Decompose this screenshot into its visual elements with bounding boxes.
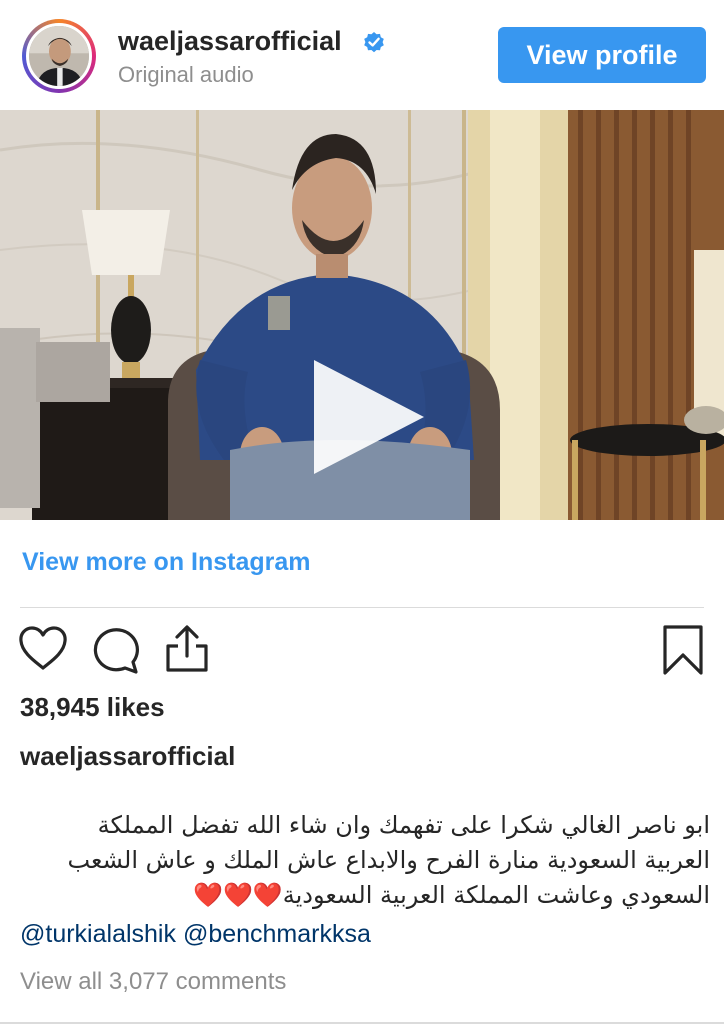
mention-link[interactable]: @benchmarkksa bbox=[183, 920, 371, 948]
video-player[interactable] bbox=[0, 110, 724, 520]
view-all-comments-link[interactable]: View all 3,077 comments bbox=[20, 968, 286, 996]
caption-line: السعودي وعاشت المملكة العربية السعودية❤️… bbox=[193, 881, 710, 909]
bookmark-icon bbox=[663, 625, 703, 675]
caption-username[interactable]: waeljassarofficial bbox=[20, 741, 235, 772]
share-icon bbox=[166, 625, 208, 672]
share-button[interactable] bbox=[160, 622, 214, 676]
verified-badge-icon bbox=[364, 32, 384, 53]
view-more-link[interactable]: View more on Instagram bbox=[22, 548, 311, 577]
avatar-ring[interactable] bbox=[22, 19, 96, 93]
comment-icon bbox=[93, 628, 139, 674]
heart-icon bbox=[19, 626, 67, 670]
avatar[interactable] bbox=[26, 23, 92, 89]
view-profile-button[interactable]: View profile bbox=[498, 27, 706, 83]
save-button[interactable] bbox=[660, 624, 706, 676]
comment-button[interactable] bbox=[88, 622, 142, 676]
divider bbox=[20, 607, 704, 608]
caption-line: العربية السعودية منارة الفرح والابداع عا… bbox=[67, 846, 710, 874]
like-button[interactable] bbox=[16, 622, 70, 676]
play-icon[interactable] bbox=[302, 350, 432, 485]
likes-count[interactable]: 38,945 likes bbox=[20, 692, 165, 723]
post-author-username[interactable]: waeljassarofficial bbox=[118, 26, 342, 57]
caption-line: ابو ناصر الغالي شكرا على تفهمك وان شاء ا… bbox=[97, 811, 710, 839]
post-header: waeljassarofficial Original audio View p… bbox=[0, 0, 724, 110]
instagram-embed-card: waeljassarofficial Original audio View p… bbox=[0, 0, 724, 1024]
audio-subtitle[interactable]: Original audio bbox=[118, 62, 254, 88]
avatar-image bbox=[29, 26, 89, 86]
post-caption: ابو ناصر الغالي شكرا على تفهمك وان شاء ا… bbox=[20, 808, 710, 913]
caption-mentions: @turkialalshik @benchmarkksa bbox=[20, 920, 371, 949]
mention-link[interactable]: @turkialalshik bbox=[20, 920, 176, 948]
